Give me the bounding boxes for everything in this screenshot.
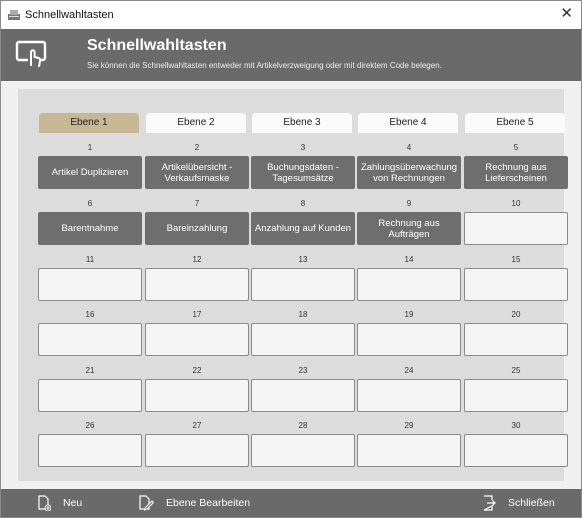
quick-key-button-27[interactable]: [145, 434, 249, 467]
dialog-window: Schnellwahltasten ✕ Schnellwahltasten Si…: [0, 0, 582, 518]
quick-key-button-2[interactable]: Artikelübersicht - Verkaufsmaske: [145, 156, 249, 189]
quick-key-button-5[interactable]: Rechnung aus Lieferscheinen: [464, 156, 568, 189]
header-banner: Schnellwahltasten Sie können die Schnell…: [1, 29, 581, 81]
slot-number: 15: [511, 255, 521, 264]
slot-number: 12: [192, 255, 202, 264]
quick-key-button-4[interactable]: Zahlungsüberwachung von Rechnungen: [357, 156, 461, 189]
slot-number: 8: [300, 199, 306, 208]
slot-number: 1: [87, 143, 93, 152]
quick-key-button-12[interactable]: [145, 268, 249, 301]
app-icon: [8, 10, 20, 20]
tab-ebene-2[interactable]: Ebene 2: [146, 113, 246, 133]
new-button[interactable]: Neu: [37, 489, 82, 517]
slot-number: 3: [300, 143, 306, 152]
slot-number: 27: [192, 421, 202, 430]
slot-number: 16: [85, 310, 95, 319]
slot-number: 28: [298, 421, 308, 430]
slot-number: 4: [406, 143, 412, 152]
slot-number: 9: [406, 199, 412, 208]
slot-number: 14: [404, 255, 414, 264]
quick-key-button-25[interactable]: [464, 379, 568, 412]
close-button[interactable]: Schließen: [482, 489, 555, 517]
slot-number: 13: [298, 255, 308, 264]
quick-key-button-30[interactable]: [464, 434, 568, 467]
quick-keys-panel: Ebene 1 Ebene 2 Ebene 3 Ebene 4 Ebene 5 1 Arti…: [18, 89, 568, 481]
close-button-label: Schließen: [508, 497, 555, 509]
new-document-icon: [38, 495, 51, 511]
slot-number: 25: [511, 366, 521, 375]
tab-ebene-5[interactable]: Ebene 5: [465, 113, 565, 133]
quick-key-button-15[interactable]: [464, 268, 568, 301]
quick-key-button-17[interactable]: [145, 323, 249, 356]
slot-number: 20: [511, 310, 521, 319]
quick-key-button-13[interactable]: [251, 268, 355, 301]
slot-number: 6: [87, 199, 93, 208]
quick-key-button-3[interactable]: Buchungsdaten - Tagesumsätze: [251, 156, 355, 189]
slot-number: 5: [513, 143, 519, 152]
footer-toolbar: Neu Ebene Bearbeiten Schließen: [1, 489, 581, 517]
slot-number: 29: [404, 421, 414, 430]
tab-ebene-4[interactable]: Ebene 4: [358, 113, 458, 133]
page-subtitle: Sie können die Schnellwahltasten entwede…: [87, 61, 442, 70]
slot-number: 30: [511, 421, 521, 430]
slot-number: 18: [298, 310, 308, 319]
slot-number: 11: [85, 255, 95, 264]
quick-key-button-26[interactable]: [38, 434, 142, 467]
slot-number: 10: [511, 199, 521, 208]
new-button-label: Neu: [63, 497, 83, 509]
edit-level-label: Ebene Bearbeiten: [166, 497, 251, 509]
window-title: Schnellwahltasten: [25, 9, 114, 21]
quick-key-button-16[interactable]: [38, 323, 142, 356]
touch-screen-icon: [15, 40, 47, 68]
quick-key-button-19[interactable]: [357, 323, 461, 356]
slot-number: 2: [194, 143, 200, 152]
exit-icon: [483, 495, 496, 511]
slot-number: 17: [192, 310, 202, 319]
quick-key-button-11[interactable]: [38, 268, 142, 301]
slot-number: 22: [192, 366, 202, 375]
quick-key-button-8[interactable]: Anzahlung auf Kunden: [251, 212, 355, 245]
slot-number: 21: [85, 366, 95, 375]
main-area: Ebene 1 Ebene 2 Ebene 3 Ebene 4 Ebene 5 1 Arti…: [1, 81, 581, 489]
slot-number: 7: [194, 199, 200, 208]
quick-key-button-18[interactable]: [251, 323, 355, 356]
quick-key-button-29[interactable]: [357, 434, 461, 467]
slot-number: 23: [298, 366, 308, 375]
quick-key-button-20[interactable]: [464, 323, 568, 356]
slot-number: 24: [404, 366, 414, 375]
edit-level-button[interactable]: Ebene Bearbeiten: [138, 489, 250, 517]
slot-number: 19: [404, 310, 414, 319]
quick-key-button-21[interactable]: [38, 379, 142, 412]
quick-key-button-24[interactable]: [357, 379, 461, 412]
tab-ebene-3[interactable]: Ebene 3: [252, 113, 352, 133]
quick-key-button-1[interactable]: Artikel Duplizieren: [38, 156, 142, 189]
quick-key-button-14[interactable]: [357, 268, 461, 301]
titlebar: Schnellwahltasten ✕: [1, 1, 581, 29]
quick-key-button-22[interactable]: [145, 379, 249, 412]
quick-key-button-9[interactable]: Rechnung aus Aufträgen: [357, 212, 461, 245]
tab-ebene-1[interactable]: Ebene 1: [39, 113, 139, 133]
quick-key-button-6[interactable]: Barentnahme: [38, 212, 142, 245]
quick-key-button-7[interactable]: Bareinzahlung: [145, 212, 249, 245]
quick-key-button-23[interactable]: [251, 379, 355, 412]
close-icon[interactable]: ✕: [560, 6, 573, 22]
slot-number: 26: [85, 421, 95, 430]
edit-document-icon: [139, 495, 154, 511]
quick-key-button-10[interactable]: [464, 212, 568, 245]
quick-key-button-28[interactable]: [251, 434, 355, 467]
page-title: Schnellwahltasten: [87, 37, 227, 54]
